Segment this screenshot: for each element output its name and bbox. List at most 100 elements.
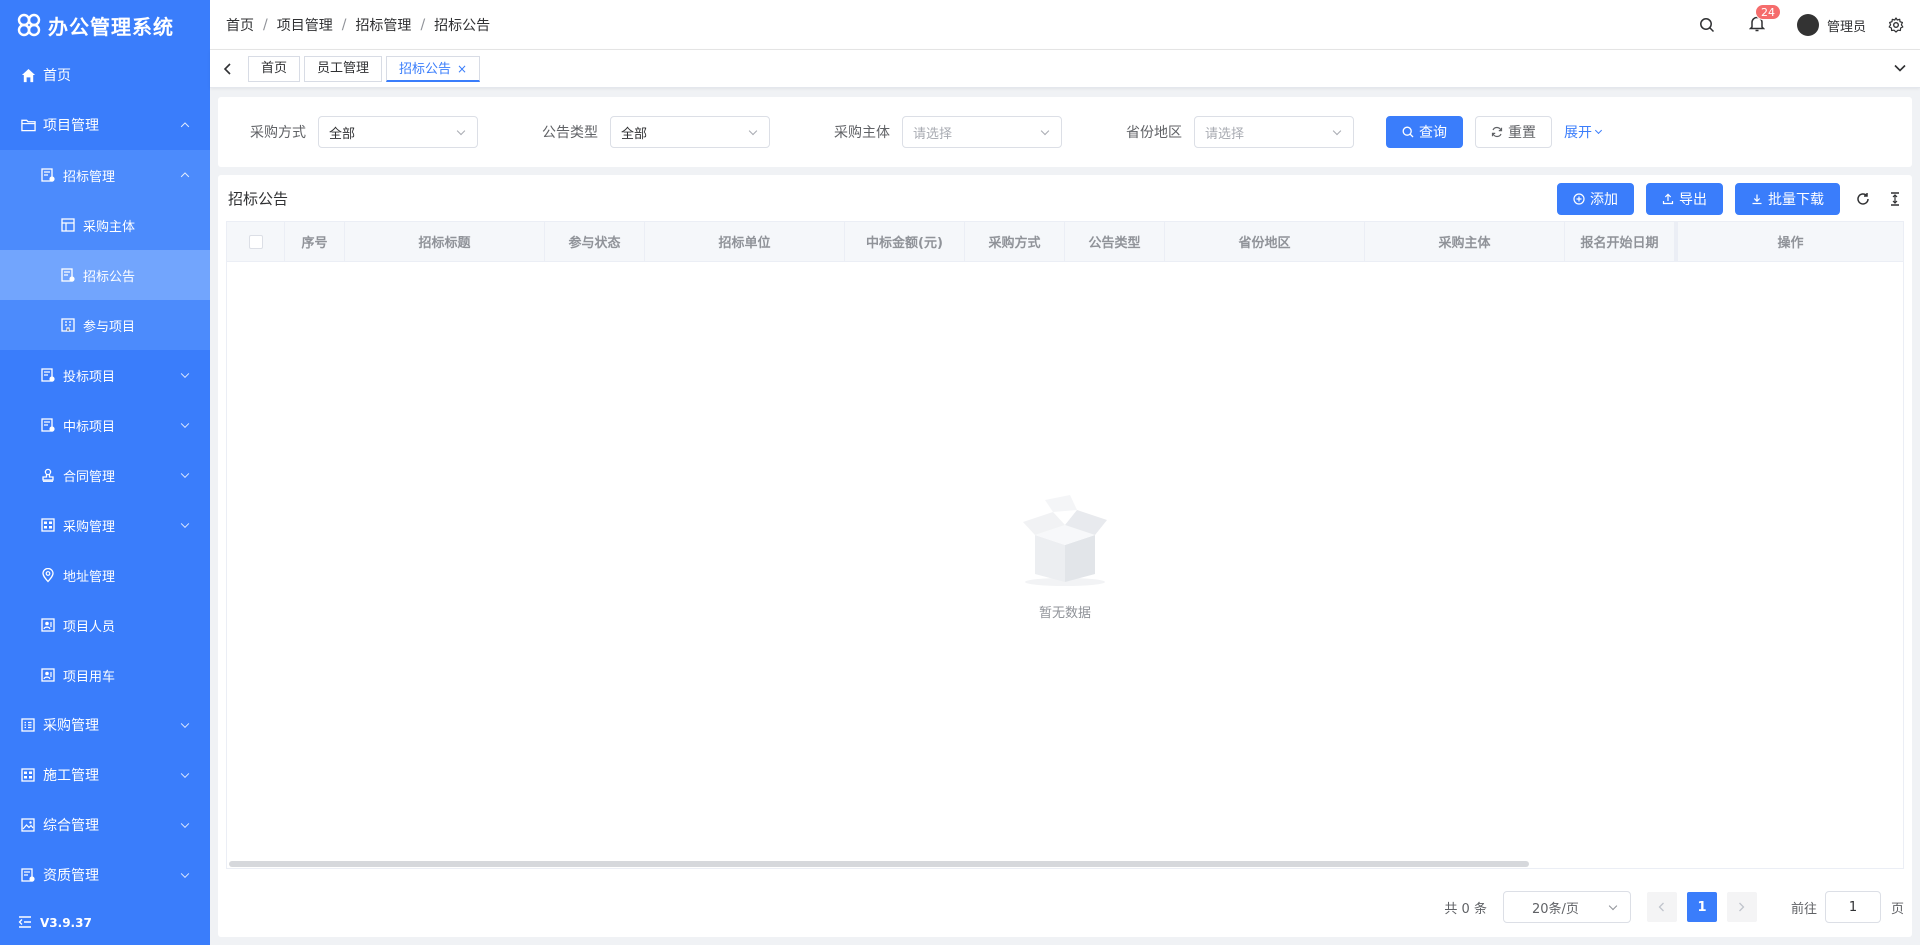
sidebar-item-won-projects[interactable]: 中标项目 (0, 400, 210, 450)
location-icon (40, 567, 56, 583)
purchase-method-select[interactable]: 全部 (318, 116, 478, 148)
close-icon[interactable]: × (457, 62, 467, 76)
sidebar-item-participating-projects[interactable]: 参与项目 (0, 300, 210, 350)
chevron-down-icon[interactable] (1894, 60, 1906, 76)
horizontal-scrollbar[interactable] (229, 861, 1529, 867)
sidebar-item-project-vehicles[interactable]: 项目用车 (0, 650, 210, 700)
table-title: 招标公告 (228, 189, 289, 208)
tab-employee-management[interactable]: 员工管理 (304, 55, 383, 82)
app-logo[interactable]: 办公管理系统 (0, 0, 210, 50)
doc-icon (40, 167, 56, 183)
select-all-checkbox[interactable] (248, 234, 263, 249)
export-button[interactable]: 导出 (1646, 183, 1723, 215)
field-label: 省份地区 (1126, 125, 1182, 141)
chevron-down-icon (180, 469, 190, 479)
reset-button[interactable]: 重置 (1475, 116, 1552, 148)
table-card: 招标公告 添加 导出 批量下载 序号 招标标题 参与状态 招标单位 中标金额(元… (218, 175, 1912, 937)
page-number-button[interactable]: 1 (1686, 892, 1717, 922)
breadcrumb-item-project[interactable]: 项目管理 (277, 15, 333, 35)
notification-button[interactable]: 24 (1747, 3, 1781, 37)
table-header-cell: 序号 (285, 222, 345, 261)
grid-icon (40, 517, 56, 533)
breadcrumb-separator: / (341, 16, 347, 33)
image-icon (20, 817, 36, 833)
breadcrumb-separator: / (263, 16, 268, 33)
sidebar-item-purchasing-entity[interactable]: 采购主体 (0, 200, 210, 250)
announcement-type-select[interactable]: 全部 (610, 116, 770, 148)
sidebar-item-label: 招标公告 (83, 269, 136, 285)
sidebar-item-tender-projects[interactable]: 投标项目 (0, 350, 210, 400)
sidebar-item-construction-management[interactable]: 施工管理 (0, 750, 210, 800)
tab-home[interactable]: 首页 (248, 55, 301, 82)
prev-page-button[interactable] (1646, 892, 1677, 922)
person-icon (40, 617, 56, 633)
sidebar-item-label: 采购管理 (43, 718, 99, 734)
column-height-icon[interactable] (1886, 190, 1904, 208)
tab-bid-announcement[interactable]: 招标公告 × (386, 55, 481, 82)
goto-page-input[interactable]: 1 (1824, 891, 1881, 923)
sidebar-item-project-management[interactable]: 项目管理 (0, 100, 210, 150)
table-header-cell: 招标单位 (645, 222, 845, 261)
table-header-cell: 参与状态 (545, 222, 645, 261)
plus-circle-icon (1573, 193, 1585, 205)
sidebar-item-bidding-management[interactable]: 招标管理 (0, 150, 210, 200)
menu-fold-icon[interactable] (18, 915, 32, 931)
app-title: 办公管理系统 (48, 14, 174, 39)
select-placeholder: 请选择 (913, 126, 953, 142)
sidebar-item-label: 综合管理 (43, 818, 99, 834)
sidebar-item-label: 地址管理 (63, 569, 116, 585)
sidebar-item-label: 采购管理 (63, 519, 116, 535)
chevron-down-icon (456, 126, 466, 136)
expand-link[interactable]: 展开 (1564, 122, 1603, 142)
grid-icon (20, 767, 36, 783)
chevron-down-icon (748, 126, 758, 136)
table-header-cell: 采购主体 (1365, 222, 1565, 261)
query-button[interactable]: 查询 (1386, 116, 1463, 148)
button-label: 导出 (1679, 192, 1707, 208)
sidebar-item-home[interactable]: 首页 (0, 50, 210, 100)
field-label: 公告类型 (542, 125, 598, 141)
sidebar-item-procurement-management[interactable]: 采购管理 (0, 500, 210, 550)
sidebar-item-general-management[interactable]: 综合管理 (0, 800, 210, 850)
sidebar-item-qualification-management[interactable]: 资质管理 (0, 850, 210, 900)
empty-text: 暂无数据 (1038, 606, 1091, 621)
search-icon[interactable] (1697, 15, 1717, 35)
next-page-button[interactable] (1726, 892, 1757, 922)
doc-icon (60, 267, 76, 283)
page-size-select[interactable]: 20条/页 (1502, 891, 1631, 923)
version-footer[interactable]: V3.9.37 (0, 901, 210, 945)
breadcrumb-item-bidding[interactable]: 招标管理 (355, 15, 411, 35)
add-button[interactable]: 添加 (1557, 183, 1634, 215)
refresh-icon[interactable] (1854, 190, 1872, 208)
field-purchasing-entity: 采购主体 请选择 (822, 116, 1062, 148)
upload-icon (1662, 193, 1674, 205)
breadcrumb-item-home[interactable]: 首页 (226, 15, 254, 35)
sidebar-item-bid-announcement[interactable]: 招标公告 (0, 250, 210, 300)
table-header-cell: 招标标题 (345, 222, 545, 261)
breadcrumb-separator: / (420, 16, 426, 33)
avatar[interactable] (1796, 14, 1819, 36)
gear-icon[interactable] (1886, 15, 1906, 35)
batch-download-button[interactable]: 批量下载 (1735, 183, 1840, 215)
page-size-value: 20条/页 (1531, 901, 1579, 917)
sidebar-item-address-management[interactable]: 地址管理 (0, 550, 210, 600)
chevron-down-icon (1040, 126, 1050, 136)
sidebar-item-purchase-management[interactable]: 采购管理 (0, 700, 210, 750)
table-header-cell: 公告类型 (1065, 222, 1165, 261)
field-purchase-method: 采购方式 全部 (238, 116, 478, 148)
chevron-left-icon[interactable] (218, 59, 238, 79)
empty-box-icon (1023, 495, 1107, 586)
sidebar-item-contract-management[interactable]: 合同管理 (0, 450, 210, 500)
purchasing-entity-select[interactable]: 请选择 (902, 116, 1062, 148)
field-announcement-type: 公告类型 全部 (530, 116, 770, 148)
breadcrumb: 首页 / 项目管理 / 招标管理 / 招标公告 (226, 15, 490, 35)
province-region-select[interactable]: 请选择 (1194, 116, 1354, 148)
sidebar-item-project-staff[interactable]: 项目人员 (0, 600, 210, 650)
username[interactable]: 管理员 (1827, 16, 1866, 35)
chevron-down-icon (180, 769, 190, 779)
field-label: 采购方式 (250, 125, 306, 141)
field-province-region: 省份地区 请选择 (1114, 116, 1354, 148)
table-header-cell: 中标金额(元) (845, 222, 965, 261)
logo-icon (17, 13, 41, 37)
chevron-down-icon (180, 719, 190, 729)
